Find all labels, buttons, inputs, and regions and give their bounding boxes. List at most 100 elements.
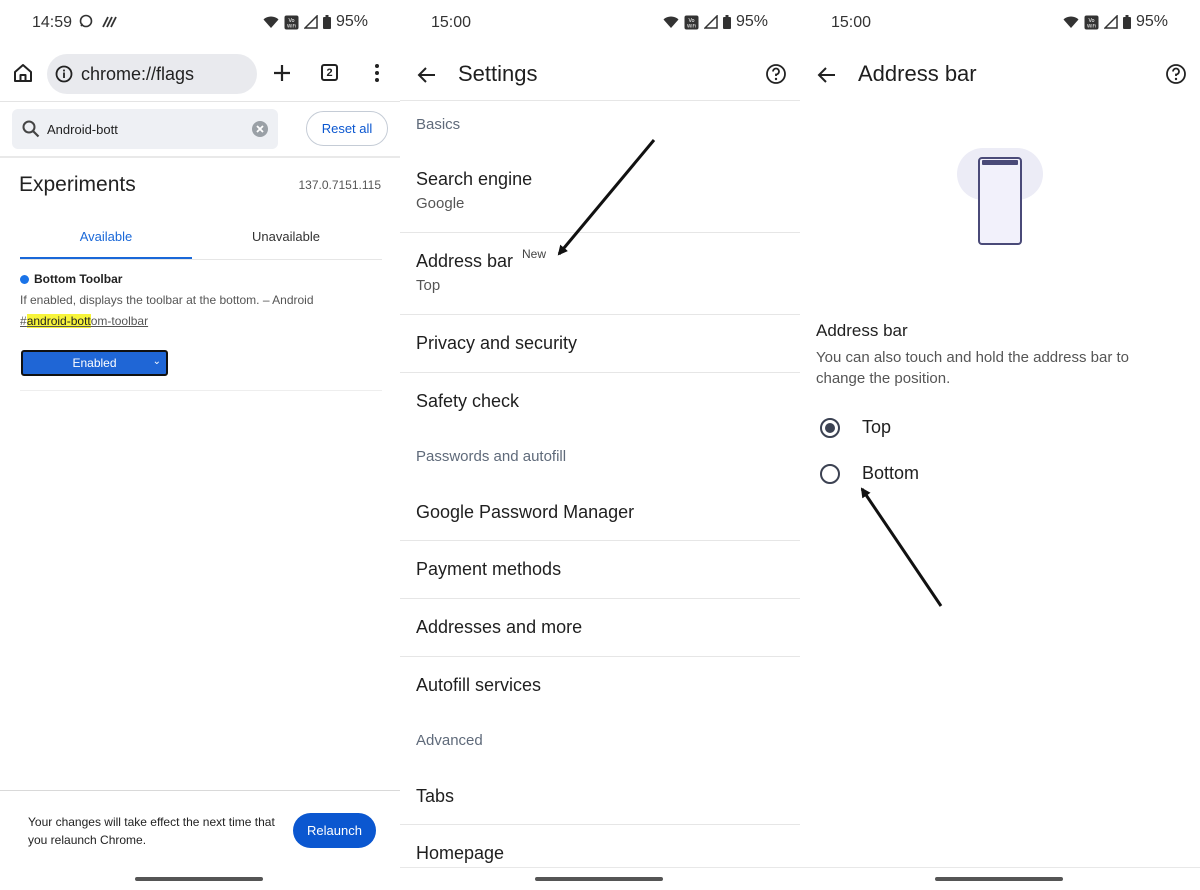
version-label: 137.0.7151.115 <box>298 178 381 192</box>
tab-unavailable[interactable]: Unavailable <box>200 229 372 244</box>
settings-item-privacy[interactable]: Privacy and security <box>400 315 800 372</box>
settings-item-addresses[interactable]: Addresses and more <box>400 599 800 656</box>
divider <box>400 867 800 868</box>
section-basics: Basics <box>416 116 461 133</box>
system-icons: Vo WiFi 95% <box>1063 13 1168 31</box>
flag-search-input[interactable]: Android-bott <box>12 109 278 149</box>
arrow-back-icon <box>417 67 435 83</box>
plus-icon <box>274 65 290 81</box>
divider <box>20 259 382 260</box>
svg-text:Vo: Vo <box>688 18 694 24</box>
section-passwords: Passwords and autofill <box>416 448 567 465</box>
flag-state-value: Enabled <box>72 356 117 370</box>
option-bottom[interactable]: Bottom <box>820 463 919 484</box>
wifi-icon <box>263 16 279 28</box>
svg-text:WiFi: WiFi <box>1087 23 1096 29</box>
reset-all-button[interactable]: Reset all <box>306 111 388 146</box>
wifi-icon <box>663 16 679 28</box>
signal-icon <box>303 15 318 29</box>
flag-title: Bottom Toolbar <box>20 272 122 286</box>
divider <box>0 101 400 102</box>
link-rest: om-toolbar <box>90 314 149 328</box>
radio-unselected-icon[interactable] <box>820 463 840 484</box>
relaunch-button[interactable]: Relaunch <box>293 813 376 848</box>
page-title: Experiments <box>19 173 136 196</box>
settings-item-autofill[interactable]: Autofill services <box>400 657 800 714</box>
item-label: Tabs <box>416 786 455 806</box>
status-bar: 15:00 Vo WiFi 95% <box>800 0 1200 46</box>
settings-item-safety-check[interactable]: Safety check <box>400 373 800 430</box>
whatsapp-icon <box>79 14 93 33</box>
signal-icon <box>703 15 718 29</box>
status-bar: 14:59 Vo WiFi 95% <box>0 0 400 46</box>
settings-item-payment[interactable]: Payment methods <box>400 541 800 598</box>
item-label: Payment methods <box>416 559 562 579</box>
item-label: Homepage <box>416 843 505 863</box>
status-time: 15:00 <box>831 14 872 31</box>
clear-icon <box>252 121 268 137</box>
item-label: Safety check <box>416 391 520 411</box>
status-bar: 15:00 Vo WiFi 95% <box>400 0 800 46</box>
item-value: Google <box>416 195 465 212</box>
item-label: Search engine <box>416 169 533 189</box>
vowifi-icon: VoWiFi <box>684 15 699 29</box>
flag-dot-icon <box>20 274 29 284</box>
divider <box>20 390 382 391</box>
back-button[interactable] <box>416 64 438 86</box>
annotation-arrow <box>860 487 943 607</box>
section-heading: Address bar <box>816 321 908 340</box>
settings-item-homepage[interactable]: Homepage <box>400 825 800 867</box>
help-button[interactable] <box>1165 63 1187 85</box>
status-time: 14:59 <box>32 14 73 31</box>
svg-text:WiFi: WiFi <box>687 23 696 29</box>
battery-level: 95% <box>735 13 768 30</box>
relaunch-banner: Your changes will take effect the next t… <box>0 790 400 890</box>
battery-icon <box>1122 15 1131 29</box>
item-label: Addresses and more <box>416 617 583 637</box>
overflow-menu-button[interactable] <box>368 63 386 83</box>
battery-level: 95% <box>1135 13 1168 30</box>
home-button[interactable] <box>12 62 34 84</box>
divider <box>400 100 800 101</box>
signal-icon <box>1103 15 1118 29</box>
option-label: Bottom <box>862 463 920 483</box>
clear-search-button[interactable] <box>251 120 269 141</box>
gesture-nav-bar[interactable] <box>935 877 1063 881</box>
flag-state-select[interactable]: Enabled ⌄ <box>21 350 168 376</box>
settings-item-search-engine[interactable]: Search engine Google <box>400 150 800 232</box>
page-title: Address bar <box>858 61 977 86</box>
option-top[interactable]: Top <box>820 417 891 438</box>
app-bar: Address bar <box>800 52 1200 100</box>
radio-selected-icon[interactable] <box>820 417 840 438</box>
settings-item-password-manager[interactable]: Google Password Manager <box>400 484 800 540</box>
browser-toolbar: chrome://flags 2 <box>0 52 400 96</box>
gesture-nav-bar[interactable] <box>135 877 263 881</box>
help-button[interactable] <box>765 63 787 85</box>
new-tab-button[interactable] <box>272 63 292 83</box>
settings-screen: 15:00 Vo WiFi 95% Settings Basics Search … <box>400 0 800 890</box>
tab-count: 2 <box>321 64 338 81</box>
relaunch-message: Your changes will take effect the next t… <box>28 815 275 847</box>
svg-text:WiFi: WiFi <box>287 23 296 29</box>
item-label: Address bar <box>416 251 514 271</box>
omnibox[interactable]: chrome://flags <box>47 54 257 94</box>
phone-illustration-icon <box>956 146 1046 255</box>
arrow-back-icon <box>817 67 835 83</box>
search-value: Android-bott <box>47 121 118 137</box>
settings-item-address-bar[interactable]: Address bar New Top <box>400 233 800 314</box>
search-icon <box>22 120 40 138</box>
tab-available[interactable]: Available <box>20 229 192 244</box>
app-bar: Settings <box>400 52 800 100</box>
status-time: 15:00 <box>431 14 472 31</box>
app-notification-icon <box>101 15 117 34</box>
settings-item-tabs[interactable]: Tabs <box>400 768 800 824</box>
help-icon <box>766 64 786 84</box>
item-value: Top <box>416 277 441 294</box>
gesture-nav-bar[interactable] <box>535 877 663 881</box>
tab-switcher-button[interactable]: 2 <box>321 64 338 81</box>
annotation-arrow <box>557 139 656 256</box>
back-button[interactable] <box>816 64 838 86</box>
flag-permalink[interactable]: #android-bottom-toolbar <box>20 314 148 328</box>
battery-level: 95% <box>335 13 368 30</box>
flags-screen: 14:59 Vo WiFi 95% chrome://flags 2 Andro… <box>0 0 400 890</box>
